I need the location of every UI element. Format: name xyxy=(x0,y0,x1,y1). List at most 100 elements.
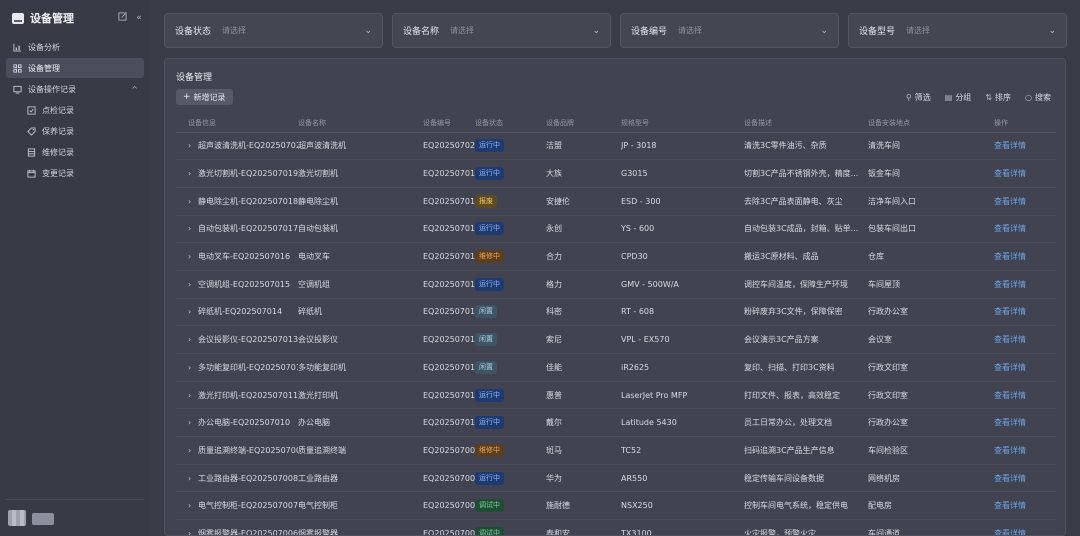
expand-row-icon[interactable]: › xyxy=(188,224,198,233)
table-cell: 斑马 xyxy=(546,436,621,465)
table-cell: 行政办公室 xyxy=(868,298,994,327)
expand-row-icon[interactable]: › xyxy=(188,197,198,206)
cell-action: 查看详情 xyxy=(994,353,1056,382)
expand-row-icon[interactable]: › xyxy=(188,446,198,455)
view-details-link[interactable]: 查看详情 xyxy=(994,446,1026,455)
cell-status: 运行中 xyxy=(475,215,546,244)
table-cell: 合力 xyxy=(546,242,621,271)
sidebar-item-equipment[interactable]: 设备管理 xyxy=(6,58,144,78)
table-cell: VPL - EX570 xyxy=(621,325,744,354)
table-cell: 行政文印室 xyxy=(868,381,994,410)
expand-row-icon[interactable]: › xyxy=(188,280,198,289)
view-details-link[interactable]: 查看详情 xyxy=(994,169,1026,178)
view-details-link[interactable]: 查看详情 xyxy=(994,307,1026,316)
plus-icon: + xyxy=(183,92,191,102)
filter-placeholder: 请选择 xyxy=(222,26,247,35)
table-row[interactable]: › 多功能复印机-EQ202507012 多功能复印机 EQ202507012 闲置 佳能… xyxy=(176,353,1056,382)
table-cell: 电动叉车 xyxy=(298,242,401,271)
table-cell: TC52 xyxy=(621,436,744,465)
avatar[interactable] xyxy=(8,510,26,526)
edit-icon[interactable] xyxy=(116,12,128,24)
sidebar-title: 设备管理 xyxy=(30,12,74,25)
table-cell: 清洗3C零件油污、杂质 xyxy=(744,132,868,161)
view-details-link[interactable]: 查看详情 xyxy=(994,418,1026,427)
sidebar-item-change[interactable]: 变更记录 xyxy=(6,163,144,183)
table-cell: RT - 608 xyxy=(621,298,744,327)
table-row[interactable]: › 办公电脑-EQ202507010 办公电脑 EQ202507010 运行中 戴尔 Lat… xyxy=(176,408,1056,438)
expand-row-icon[interactable]: › xyxy=(188,418,198,427)
table-cell: EQ202507014 xyxy=(401,298,475,327)
sidebar-item-label: 维修记录 xyxy=(42,147,74,157)
cell-text: 电动叉车-EQ202507016 xyxy=(198,252,291,262)
table-cell: 打印文件、报表，高效稳定 xyxy=(744,381,868,410)
add-record-button[interactable]: + 新增记录 xyxy=(176,89,233,105)
sidebar-item-analysis[interactable]: 设备分析 xyxy=(6,37,144,57)
view-details-link[interactable]: 查看详情 xyxy=(994,529,1026,535)
sidebar-item-operation-records[interactable]: 设备操作记录 ^ xyxy=(6,79,144,99)
table-row[interactable]: › 碎纸机-EQ202507014 碎纸机 EQ202507014 闲置 科密 RT - 6… xyxy=(176,298,1056,327)
table-row[interactable]: › 静电除尘机-EQ202507018 静电除尘机 EQ202507018 报废 安捷伦 E… xyxy=(176,187,1056,216)
view-details-link[interactable]: 查看详情 xyxy=(994,252,1026,261)
table-row[interactable]: › 激光打印机-EQ202507011 激光打印机 EQ202507011 运行中 惠普 L… xyxy=(176,381,1056,410)
table-row[interactable]: › 空调机组-EQ202507015 空调机组 EQ202507015 运行中 格力 GMV… xyxy=(176,270,1056,299)
sidebar-item-label: 设备管理 xyxy=(28,63,60,73)
table-cell: 车间屋顶 xyxy=(868,270,994,299)
expand-row-icon[interactable]: › xyxy=(188,363,198,372)
table-row[interactable]: › 激光切割机-EQ202507019 激光切割机 EQ202507019 运行中 大族 G… xyxy=(176,159,1056,188)
table-cell: EQ202507016 xyxy=(401,242,475,271)
view-details-link[interactable]: 查看详情 xyxy=(994,224,1026,233)
table-row[interactable]: › 电动叉车-EQ202507016 电动叉车 EQ202507016 维修中 合力 CPD… xyxy=(176,242,1056,271)
filter-status[interactable]: 设备状态 请选择 ⌄ xyxy=(164,13,383,48)
search-tool-button[interactable]: ○ 搜索 xyxy=(1025,92,1051,103)
table-row[interactable]: › 质量追溯终端-EQ202507009 质量追溯终端 EQ202507009 维修中 斑… xyxy=(176,436,1056,465)
cell-status: 运行中 xyxy=(475,132,546,161)
view-details-link[interactable]: 查看详情 xyxy=(994,474,1026,483)
sidebar-item-maintenance[interactable]: 保养记录 xyxy=(6,121,144,141)
view-details-link[interactable]: 查看详情 xyxy=(994,501,1026,510)
expand-row-icon[interactable]: › xyxy=(188,252,198,261)
table-cell: EQ202507007 xyxy=(401,491,475,521)
expand-row-icon[interactable]: › xyxy=(188,529,198,535)
view-details-link[interactable]: 查看详情 xyxy=(994,141,1026,150)
table-cell: Latitude 5430 xyxy=(621,408,744,438)
expand-row-icon[interactable]: › xyxy=(188,169,198,178)
table-row[interactable]: › 自动包装机-EQ202507017 自动包装机 EQ202507017 运行中 永创 Y… xyxy=(176,215,1056,244)
cell-equipment-info: › 电气控制柜-EQ202507007 xyxy=(176,491,298,521)
view-details-link[interactable]: 查看详情 xyxy=(994,335,1026,344)
table-row[interactable]: › 工业路由器-EQ202507008 工业路由器 EQ202507008 运行中 华为 A… xyxy=(176,464,1056,493)
table-cell: 激光打印机 xyxy=(298,381,401,410)
table-row[interactable]: › 超声波清洗机-EQ202507020 超声波清洗机 EQ202507020 运行中 洁… xyxy=(176,132,1056,161)
filter-code[interactable]: 设备编号 请选择 ⌄ xyxy=(620,13,839,48)
table-row[interactable]: › 电气控制柜-EQ202507007 电气控制柜 EQ202507007 调试中 施耐德… xyxy=(176,491,1056,521)
table-row[interactable]: › 会议投影仪-EQ202507013 会议投影仪 EQ202507013 闲置 索尼 VP… xyxy=(176,325,1056,354)
expand-row-icon[interactable]: › xyxy=(188,141,198,150)
expand-row-icon[interactable]: › xyxy=(188,307,198,316)
view-details-link[interactable]: 查看详情 xyxy=(994,363,1026,372)
cell-equipment-info: › 电动叉车-EQ202507016 xyxy=(176,242,298,271)
table-cell: 烟雾报警器 xyxy=(298,519,401,535)
group-tool-button[interactable]: ▤ 分组 xyxy=(945,92,972,103)
expand-row-icon[interactable]: › xyxy=(188,335,198,344)
expand-row-icon[interactable]: › xyxy=(188,501,198,510)
expand-row-icon[interactable]: › xyxy=(188,391,198,400)
filter-model[interactable]: 设备型号 请选择 ⌄ xyxy=(848,13,1067,48)
expand-row-icon[interactable]: › xyxy=(188,474,198,483)
collapse-sidebar-icon[interactable]: « xyxy=(133,12,145,24)
cell-text: 烟雾报警器-EQ202507006 xyxy=(198,528,298,536)
view-details-link[interactable]: 查看详情 xyxy=(994,391,1026,400)
cell-text: 碎纸机-EQ202507014 xyxy=(198,307,283,317)
sidebar-item-repair[interactable]: 维修记录 xyxy=(6,142,144,162)
cell-equipment-info: › 静电除尘机-EQ202507018 xyxy=(176,187,298,216)
user-name xyxy=(32,513,54,525)
cell-status: 维修中 xyxy=(475,436,546,465)
sort-tool-button[interactable]: ⇅ 排序 xyxy=(985,92,1011,103)
cell-equipment-info: › 工业路由器-EQ202507008 xyxy=(176,464,298,493)
sort-icon: ⇅ xyxy=(985,93,993,102)
view-details-link[interactable]: 查看详情 xyxy=(994,197,1026,206)
filter-tool-button[interactable]: ⚲ 筛选 xyxy=(906,92,931,103)
view-details-link[interactable]: 查看详情 xyxy=(994,280,1026,289)
table-row[interactable]: › 烟雾报警器-EQ202507006 烟雾报警器 EQ202507006 调试中 泰和安… xyxy=(176,519,1056,536)
filter-name[interactable]: 设备名称 请选择 ⌄ xyxy=(392,13,611,48)
sidebar-item-inspection[interactable]: 点检记录 xyxy=(6,100,144,120)
table-cell: AR550 xyxy=(621,464,744,493)
